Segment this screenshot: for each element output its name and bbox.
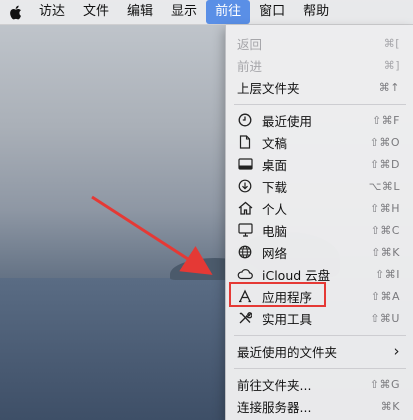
annotation-arrow [91, 195, 213, 275]
